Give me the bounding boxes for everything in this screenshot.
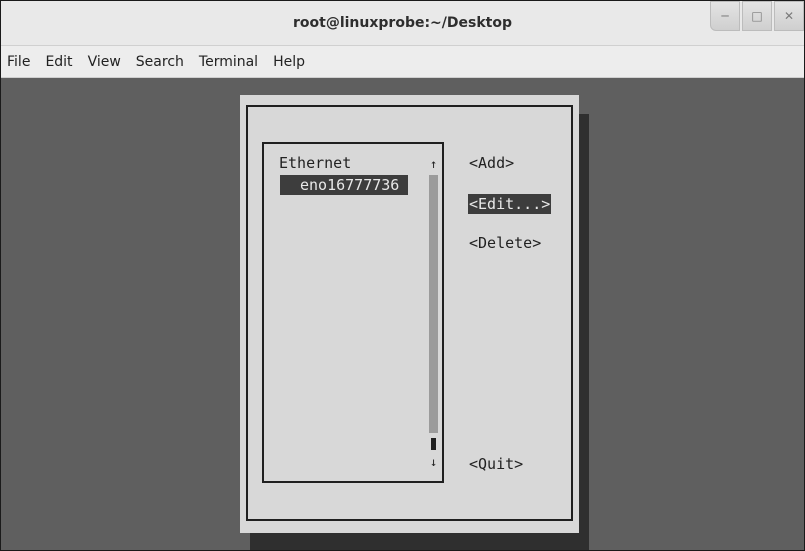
menu-terminal[interactable]: Terminal: [199, 54, 258, 70]
maximize-icon[interactable]: □: [742, 1, 772, 31]
edit-button[interactable]: <Edit...>: [468, 194, 552, 214]
menu-file[interactable]: File: [7, 54, 30, 70]
add-button[interactable]: <Add>: [469, 153, 514, 173]
scrollbar-thumb[interactable]: [431, 438, 436, 450]
menu-edit[interactable]: Edit: [45, 54, 72, 70]
close-icon[interactable]: ✕: [774, 1, 804, 31]
menu-view[interactable]: View: [88, 54, 121, 70]
list-item[interactable]: eno16777736: [280, 175, 408, 195]
scroll-up-arrow-icon[interactable]: ↑: [430, 157, 437, 171]
window-controls: ─ □ ✕: [708, 1, 804, 31]
menu-search[interactable]: Search: [136, 54, 184, 70]
menu-bar: File Edit View Search Terminal Help: [1, 46, 804, 78]
scrollbar-track[interactable]: [429, 175, 438, 433]
scroll-down-arrow-icon[interactable]: ↓: [430, 455, 437, 469]
delete-button[interactable]: <Delete>: [469, 233, 541, 253]
terminal-window: root@linuxprobe:~/Desktop ─ □ ✕ File Edi…: [0, 0, 805, 551]
menu-help[interactable]: Help: [273, 54, 305, 70]
window-title: root@linuxprobe:~/Desktop: [293, 15, 512, 31]
list-heading-ethernet: Ethernet: [279, 154, 352, 172]
quit-button[interactable]: <Quit>: [469, 454, 523, 474]
title-bar[interactable]: root@linuxprobe:~/Desktop ─ □ ✕: [1, 1, 804, 46]
minimize-icon[interactable]: ─: [710, 1, 740, 31]
